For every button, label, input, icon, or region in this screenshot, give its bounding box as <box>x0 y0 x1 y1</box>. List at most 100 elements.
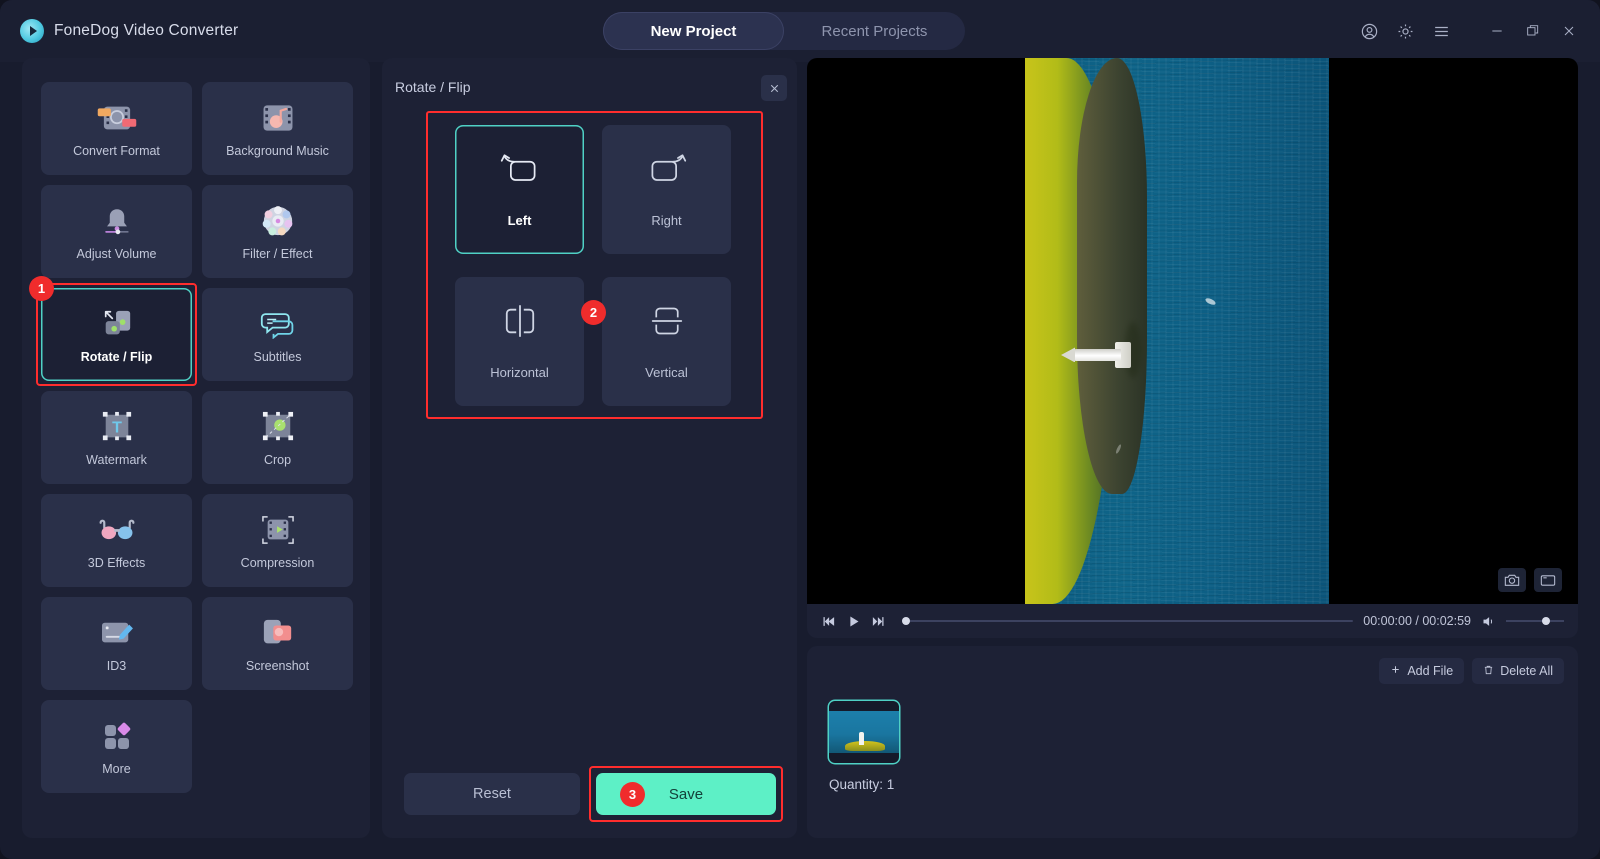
sidebar-item-3d-effects[interactable]: 3D Effects <box>41 494 192 587</box>
tool-label: Watermark <box>86 452 147 467</box>
adjust-volume-icon <box>98 203 136 239</box>
flip-horizontal-icon <box>502 304 538 343</box>
tab-recent-projects[interactable]: Recent Projects <box>784 12 965 50</box>
tool-label: 3D Effects <box>87 555 146 570</box>
video-image-rotated <box>1025 58 1329 604</box>
close-icon[interactable] <box>761 75 787 101</box>
time-display: 00:00:00 / 00:02:59 <box>1363 614 1471 628</box>
account-icon[interactable] <box>1354 16 1384 46</box>
delete-all-button[interactable]: Delete All <box>1472 658 1564 684</box>
seek-handle[interactable] <box>902 617 910 625</box>
compression-icon <box>260 512 296 548</box>
add-file-button[interactable]: Add File <box>1379 658 1465 684</box>
step-badge-3: 3 <box>620 782 645 807</box>
sidebar-item-filter-effect[interactable]: Filter / Effect <box>202 185 353 278</box>
seek-bar[interactable] <box>902 615 1354 627</box>
video-frame <box>1025 58 1329 604</box>
sidebar-item-id3[interactable]: ID3 <box>41 597 192 690</box>
tool-label: Screenshot <box>245 658 310 673</box>
stage-tools <box>1498 568 1562 592</box>
background-music-icon <box>259 100 297 136</box>
tool-label: Crop <box>263 452 292 467</box>
title-bar: FoneDog Video Converter New Project Rece… <box>0 0 1600 62</box>
rotate-option-label: Left <box>507 212 532 228</box>
tool-label: Filter / Effect <box>242 246 313 261</box>
rotate-option-label: Horizontal <box>490 364 549 380</box>
sidebar-item-background-music[interactable]: Background Music <box>202 82 353 175</box>
video-stage[interactable] <box>807 58 1578 604</box>
sidebar-item-watermark[interactable]: T Watermark <box>41 391 192 484</box>
volume-icon[interactable] <box>1481 614 1496 629</box>
delete-all-label: Delete All <box>1500 664 1553 678</box>
app-title: FoneDog Video Converter <box>54 22 239 39</box>
gear-icon[interactable] <box>1390 16 1420 46</box>
maximize-icon[interactable] <box>1518 16 1548 46</box>
thumbnail-land <box>845 741 885 751</box>
rotate-options-grid: Left Right Horizontal Vertical <box>455 125 739 406</box>
highlight-box-rotate-options: 2 Left Right Horizontal Vertical <box>426 111 763 419</box>
quantity-label: Quantity: 1 <box>829 777 895 792</box>
convert-format-icon <box>96 100 138 136</box>
volume-handle[interactable] <box>1542 617 1550 625</box>
tool-label: Background Music <box>226 143 329 158</box>
fullscreen-icon[interactable] <box>1534 568 1562 592</box>
sidebar-item-convert-format[interactable]: Convert Format <box>41 82 192 175</box>
subtitles-icon <box>260 306 296 342</box>
svg-text:T: T <box>112 419 122 436</box>
file-list-actions: Add File Delete All <box>1379 658 1564 684</box>
flip-vertical-icon <box>649 304 685 343</box>
tools-sidebar: Convert Format Background Music Adjust V… <box>22 58 370 838</box>
sidebar-item-compression[interactable]: Compression <box>202 494 353 587</box>
crop-icon <box>261 409 295 445</box>
filter-effect-icon <box>261 203 295 239</box>
more-icon <box>100 718 134 754</box>
brand: FoneDog Video Converter <box>20 19 238 43</box>
rotate-option-left[interactable]: Left <box>455 125 584 254</box>
camera-icon[interactable] <box>1498 568 1526 592</box>
file-thumbnail[interactable] <box>829 701 899 763</box>
sidebar-item-rotate-flip[interactable]: 1 Rotate / Flip <box>29 276 197 386</box>
lighthouse-top <box>1061 348 1075 363</box>
menu-icon[interactable] <box>1426 16 1456 46</box>
watermark-icon: T <box>100 409 134 445</box>
step-badge-2: 2 <box>581 300 606 325</box>
sidebar-item-subtitles[interactable]: Subtitles <box>202 288 353 381</box>
preview-panel: 00:00:00 / 00:02:59 <box>807 58 1578 638</box>
tool-label: Adjust Volume <box>76 246 157 261</box>
sidebar-item-screenshot[interactable]: Screenshot <box>202 597 353 690</box>
tab-new-project[interactable]: New Project <box>603 12 784 50</box>
thumbnail-image <box>829 711 899 753</box>
trash-icon <box>1483 664 1494 679</box>
save-button-wrapper: 3 Save <box>589 766 783 822</box>
skip-next-icon[interactable] <box>871 614 886 629</box>
tool-label: ID3 <box>106 658 127 673</box>
reset-button[interactable]: Reset <box>404 773 580 815</box>
play-icon[interactable] <box>846 614 861 629</box>
rotate-option-right[interactable]: Right <box>602 125 731 254</box>
rotate-option-label: Vertical <box>645 364 688 380</box>
step-badge-1: 1 <box>29 276 54 301</box>
rotate-option-vertical[interactable]: Vertical <box>602 277 731 406</box>
volume-track <box>1506 620 1564 622</box>
rotate-right-icon <box>646 152 688 191</box>
tool-label: More <box>102 761 131 776</box>
id3-icon <box>99 615 135 651</box>
sidebar-item-more[interactable]: More <box>41 700 192 793</box>
minimize-icon[interactable] <box>1482 16 1512 46</box>
lighthouse-tower <box>1073 349 1121 361</box>
close-icon[interactable] <box>1554 16 1584 46</box>
3d-effects-icon <box>97 512 137 548</box>
sidebar-item-crop[interactable]: Crop <box>202 391 353 484</box>
file-list-panel: Add File Delete All Quantity: 1 <box>807 646 1578 838</box>
app-window: FoneDog Video Converter New Project Rece… <box>0 0 1600 859</box>
panel-actions: Reset 3 Save <box>404 766 783 822</box>
tool-label: Rotate / Flip <box>80 349 153 364</box>
rotate-option-horizontal[interactable]: Horizontal <box>455 277 584 406</box>
rotate-flip-panel: Rotate / Flip 2 Left Right Horizontal Ve… <box>382 58 797 838</box>
sidebar-item-adjust-volume[interactable]: Adjust Volume <box>41 185 192 278</box>
volume-slider[interactable] <box>1506 615 1564 627</box>
add-file-label: Add File <box>1407 664 1454 678</box>
skip-previous-icon[interactable] <box>821 614 836 629</box>
window-controls <box>1354 0 1584 62</box>
rotate-flip-icon <box>100 306 134 342</box>
